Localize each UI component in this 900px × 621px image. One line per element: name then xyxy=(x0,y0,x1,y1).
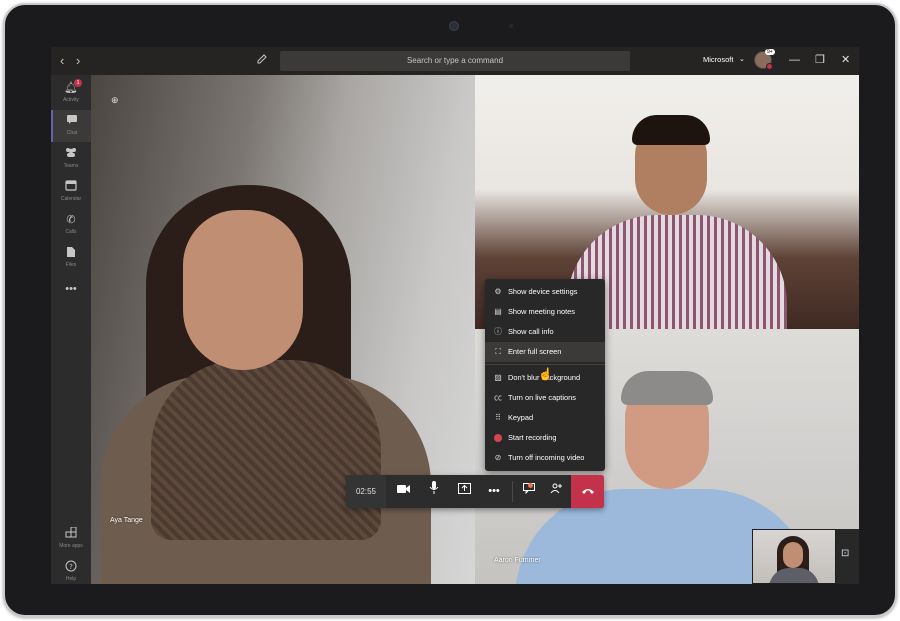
menu-item-full-screen[interactable]: ⛶ Enter full screen xyxy=(485,342,605,362)
rail-item-calls[interactable]: ✆ Calls xyxy=(51,209,91,241)
device-frame: ‹ › Search or type a command Microsoft ⌄… xyxy=(3,3,897,617)
record-icon xyxy=(493,428,503,450)
self-face xyxy=(783,542,803,568)
participant-scarf xyxy=(151,360,381,540)
back-icon[interactable]: ‹ xyxy=(60,53,64,69)
app-rail: 🔔︎ Activity 1 Chat Teams Calendar ✆ Call… xyxy=(51,75,91,584)
camera-icon xyxy=(449,21,459,31)
divider xyxy=(512,481,513,502)
rail-item-files[interactable]: Files xyxy=(51,242,91,274)
menu-item-meeting-notes[interactable]: ▤ Show meeting notes xyxy=(485,302,605,322)
share-screen-button[interactable] xyxy=(449,475,479,508)
close-icon[interactable]: ✕ xyxy=(841,53,850,67)
rail-item-teams[interactable]: Teams xyxy=(51,143,91,175)
apps-icon xyxy=(64,526,78,541)
pin-icon[interactable]: ⊕ xyxy=(111,95,119,106)
notes-icon: ▤ xyxy=(494,307,502,316)
gear-icon: ⚙ xyxy=(494,287,502,296)
menu-item-device-settings[interactable]: ⚙ Show device settings xyxy=(485,282,605,302)
rail-item-help[interactable]: ? Help xyxy=(51,556,91,584)
calendar-icon xyxy=(64,180,78,194)
hang-up-button[interactable] xyxy=(571,475,604,508)
rail-item-more-apps[interactable]: More apps xyxy=(51,523,91,555)
self-view[interactable] xyxy=(752,529,836,584)
phone-icon: ✆ xyxy=(66,214,76,226)
compose-icon[interactable] xyxy=(257,53,271,67)
rail-item-activity[interactable]: 🔔︎ Activity 1 xyxy=(51,77,91,109)
unread-indicator-icon xyxy=(528,483,533,488)
sensor-dot xyxy=(509,24,513,28)
presence-status-icon xyxy=(766,63,773,70)
participant-hair xyxy=(621,371,713,405)
notification-badge: 9+ xyxy=(765,49,775,55)
teams-window: ‹ › Search or type a command Microsoft ⌄… xyxy=(51,47,859,584)
captions-icon: ㏄ xyxy=(494,393,502,402)
keypad-icon: ⠿ xyxy=(495,413,501,422)
menu-item-call-info[interactable]: ⓘ Show call info xyxy=(485,322,605,342)
participant-name: Aaron Fummer xyxy=(494,557,541,564)
file-icon xyxy=(64,246,78,260)
participants-button[interactable] xyxy=(541,475,571,508)
rail-item-calendar[interactable]: Calendar xyxy=(51,176,91,208)
fullscreen-icon: ⛶ xyxy=(495,347,501,356)
info-icon: ⓘ xyxy=(494,327,502,336)
call-timer: 02:55 xyxy=(346,475,386,508)
video-off-icon: ⊘ xyxy=(494,453,502,462)
org-switcher[interactable]: Microsoft xyxy=(703,55,733,64)
participant-face xyxy=(183,210,303,370)
camera-switch-icon[interactable]: ⊡ xyxy=(841,548,849,559)
title-bar: ‹ › Search or type a command Microsoft ⌄… xyxy=(51,47,859,75)
mic-toggle-button[interactable] xyxy=(419,475,449,508)
minimize-icon[interactable]: — xyxy=(789,53,800,67)
chat-icon xyxy=(65,114,79,128)
camera-toggle-button[interactable] xyxy=(389,475,419,508)
help-icon: ? xyxy=(64,560,78,574)
teams-icon xyxy=(64,147,78,161)
menu-item-live-captions[interactable]: ㏄ Turn on live captions xyxy=(485,388,605,408)
participant-hair xyxy=(632,115,710,145)
chevron-down-icon[interactable]: ⌄ xyxy=(739,55,745,63)
chat-toggle-button[interactable] xyxy=(514,475,544,508)
more-icon[interactable]: ••• xyxy=(51,283,91,295)
pointer-cursor-icon: ☝ xyxy=(538,367,553,381)
activity-badge: 1 xyxy=(74,79,82,87)
participant-name: Aya Tange xyxy=(110,517,143,524)
menu-item-keypad[interactable]: ⠿ Keypad xyxy=(485,408,605,428)
rail-item-chat[interactable]: Chat xyxy=(51,110,91,142)
maximize-icon[interactable]: ❐ xyxy=(815,53,825,67)
call-controls: 02:55 ••• xyxy=(346,475,604,508)
menu-divider xyxy=(485,364,605,365)
svg-text:?: ? xyxy=(69,563,73,571)
menu-item-start-recording[interactable]: Start recording xyxy=(485,428,605,448)
blur-icon: ▨ xyxy=(494,373,502,382)
forward-icon[interactable]: › xyxy=(76,53,80,69)
more-actions-button[interactable]: ••• xyxy=(479,475,509,508)
search-input[interactable]: Search or type a command xyxy=(280,51,630,71)
menu-item-incoming-video[interactable]: ⊘ Turn off incoming video xyxy=(485,448,605,468)
